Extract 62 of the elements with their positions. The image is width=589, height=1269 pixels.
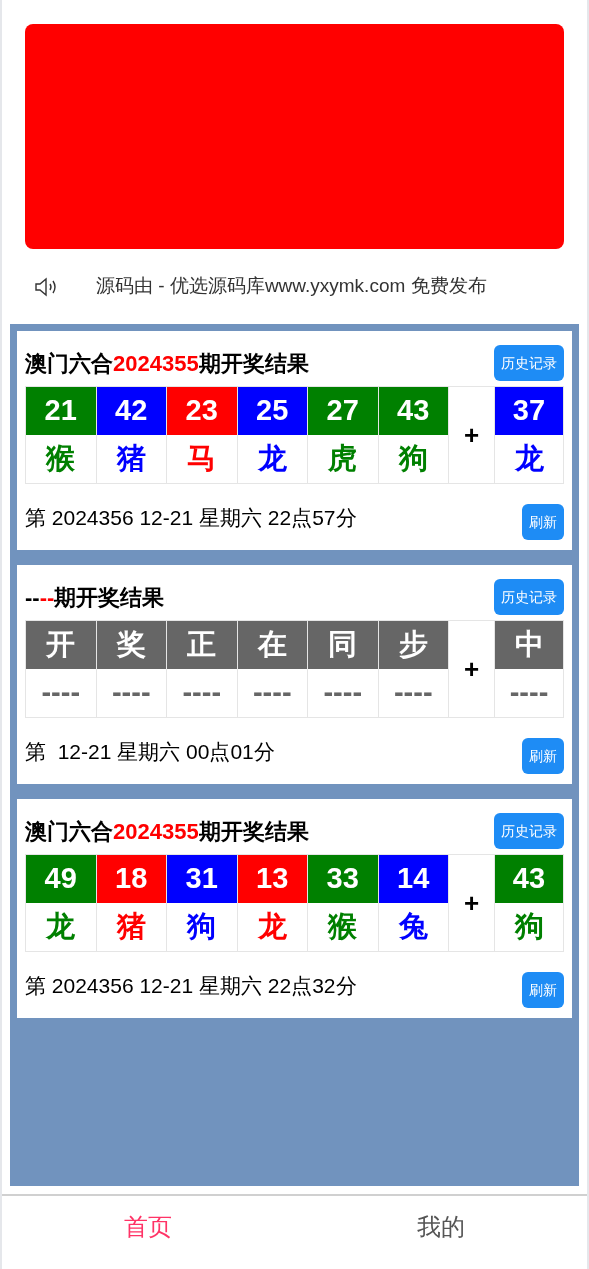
zodiac-cell: 猴 [308,903,379,952]
next-draw-text: 第 12-21 星期六 00点01分 [25,739,275,766]
zodiac-cell: 龙 [495,435,564,484]
plus-sign: + [463,652,480,686]
notice-text: 源码由 - 优选源码库www.yxymk.com 免费发布 [96,274,487,299]
ball-number: 43 [378,387,449,435]
next-draw-text: 第 2024356 12-21 星期六 22点57分 [25,505,357,532]
ball-number: 步 [378,621,449,669]
zodiac-cell: ---- [378,669,449,718]
ball-number: 43 [495,855,564,903]
card-title: ----期开奖结果 [25,583,165,612]
card-title: 澳门六合2024355期开奖结果 [25,817,309,846]
zodiac-cell: 猴 [26,435,97,484]
ball-number: 42 [96,387,167,435]
zodiac-cell: ---- [495,669,564,718]
next-draw-text: 第 2024356 12-21 星期六 22点32分 [25,973,357,1000]
refresh-button[interactable]: 刷新 [522,972,564,1008]
zodiac-cell: 龙 [237,435,308,484]
zodiac-cell: 狗 [378,435,449,484]
ball-number: 37 [495,387,564,435]
history-button[interactable]: 历史记录 [494,345,564,381]
nav-tab[interactable]: 我的 [294,1196,587,1269]
ball-number: 在 [237,621,308,669]
banner[interactable] [25,24,564,249]
ball-number: 14 [378,855,449,903]
ball-number: 同 [308,621,379,669]
ball-number: 中 [495,621,564,669]
ball-number: 正 [167,621,238,669]
speaker-icon [34,275,58,298]
ball-number: 奖 [96,621,167,669]
zodiac-cell: 狗 [495,903,564,952]
zodiac-cell: ---- [237,669,308,718]
ball-number: 27 [308,387,379,435]
ball-number: 23 [167,387,238,435]
ball-number: 31 [167,855,238,903]
ball-number: 开 [26,621,97,669]
zodiac-cell: ---- [96,669,167,718]
card-title: 澳门六合2024355期开奖结果 [25,349,309,378]
ball-number: 21 [26,387,97,435]
zodiac-cell: 龙 [26,903,97,952]
zodiac-cell: 龙 [237,903,308,952]
zodiac-cell: 猪 [96,435,167,484]
ball-number: 49 [26,855,97,903]
ball-number: 18 [96,855,167,903]
zodiac-cell: ---- [167,669,238,718]
zodiac-cell: 马 [167,435,238,484]
zodiac-cell: 兔 [378,903,449,952]
zodiac-cell: 猪 [96,903,167,952]
refresh-button[interactable]: 刷新 [522,738,564,774]
zodiac-cell: 狗 [167,903,238,952]
zodiac-cell: 虎 [308,435,379,484]
nav-tab[interactable]: 首页 [2,1196,295,1269]
history-button[interactable]: 历史记录 [494,579,564,615]
plus-sign: + [463,886,480,920]
zodiac-cell: ---- [308,669,379,718]
zodiac-cell: ---- [26,669,97,718]
plus-sign: + [463,418,480,452]
refresh-button[interactable]: 刷新 [522,504,564,540]
history-button[interactable]: 历史记录 [494,813,564,849]
ball-number: 25 [237,387,308,435]
ball-number: 13 [237,855,308,903]
ball-number: 33 [308,855,379,903]
